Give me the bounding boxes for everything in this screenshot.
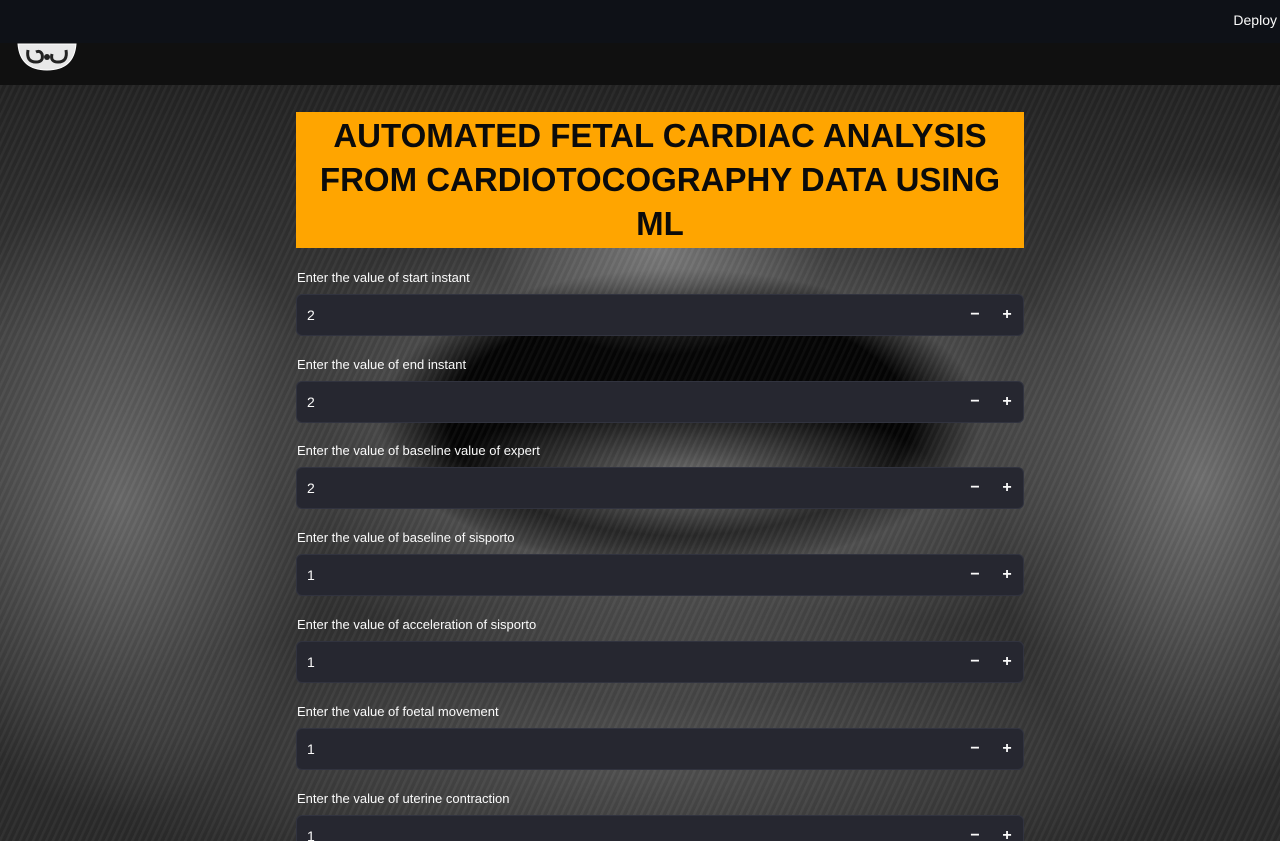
number-input[interactable]: 1− +	[296, 554, 1024, 596]
decrement-button[interactable]: −	[959, 295, 991, 335]
field-label: Enter the value of foetal movement	[297, 704, 499, 719]
number-field: Enter the value of uterine contraction 1−…	[296, 791, 1024, 841]
decrement-button[interactable]: −	[959, 468, 991, 508]
number-input-value[interactable]: 2	[297, 307, 959, 323]
decrement-button[interactable]: −	[959, 555, 991, 595]
field-label: Enter the value of uterine contraction	[297, 791, 510, 806]
number-input-value[interactable]: 1	[297, 654, 959, 670]
increment-button[interactable]: +	[991, 468, 1023, 508]
increment-button[interactable]: +	[991, 555, 1023, 595]
number-input[interactable]: 1− +	[296, 815, 1024, 841]
number-input-value[interactable]: 2	[297, 394, 959, 410]
number-input[interactable]: 2− +	[296, 467, 1024, 509]
increment-button[interactable]: +	[991, 382, 1023, 422]
number-input-value[interactable]: 1	[297, 828, 959, 841]
number-input[interactable]: 1− +	[296, 728, 1024, 770]
field-label: Enter the value of start instant	[297, 270, 470, 285]
increment-button[interactable]: +	[991, 729, 1023, 769]
number-field: Enter the value of end instant 2− +	[296, 357, 1024, 423]
number-input-value[interactable]: 2	[297, 480, 959, 496]
number-field: Enter the value of baseline of sisporto 1…	[296, 530, 1024, 596]
top-header: Deploy	[0, 0, 1280, 43]
field-label: Enter the value of end instant	[297, 357, 467, 372]
number-field: Enter the value of foetal movement 1− +	[296, 704, 1024, 770]
decrement-button[interactable]: −	[959, 816, 991, 841]
number-input-value[interactable]: 1	[297, 741, 959, 757]
logo-bar	[0, 43, 1280, 85]
number-field: Enter the value of baseline value of exp…	[296, 443, 1024, 509]
number-field: Enter the value of acceleration of sispo…	[296, 617, 1024, 683]
main-content: AUTOMATED FETAL CARDIAC ANALYSIS FROM CA…	[296, 112, 1024, 248]
decrement-button[interactable]: −	[959, 382, 991, 422]
number-input[interactable]: 1− +	[296, 641, 1024, 683]
number-input-value[interactable]: 1	[297, 567, 959, 583]
page-title: AUTOMATED FETAL CARDIAC ANALYSIS FROM CA…	[319, 117, 1001, 242]
increment-button[interactable]: +	[991, 295, 1023, 335]
number-input[interactable]: 2− +	[296, 294, 1024, 336]
field-label: Enter the value of acceleration of sispo…	[297, 617, 537, 632]
logo-icon	[17, 43, 77, 71]
title-banner: AUTOMATED FETAL CARDIAC ANALYSIS FROM CA…	[296, 112, 1024, 248]
field-label: Enter the value of baseline of sisporto	[297, 530, 515, 545]
number-input[interactable]: 2− +	[296, 381, 1024, 423]
decrement-button[interactable]: −	[959, 729, 991, 769]
deploy-button[interactable]: Deploy	[1233, 12, 1277, 28]
decrement-button[interactable]: −	[959, 642, 991, 682]
number-field: Enter the value of start instant 2− +	[296, 270, 1024, 336]
field-label: Enter the value of baseline value of exp…	[297, 443, 540, 458]
increment-button[interactable]: +	[991, 642, 1023, 682]
increment-button[interactable]: +	[991, 816, 1023, 841]
